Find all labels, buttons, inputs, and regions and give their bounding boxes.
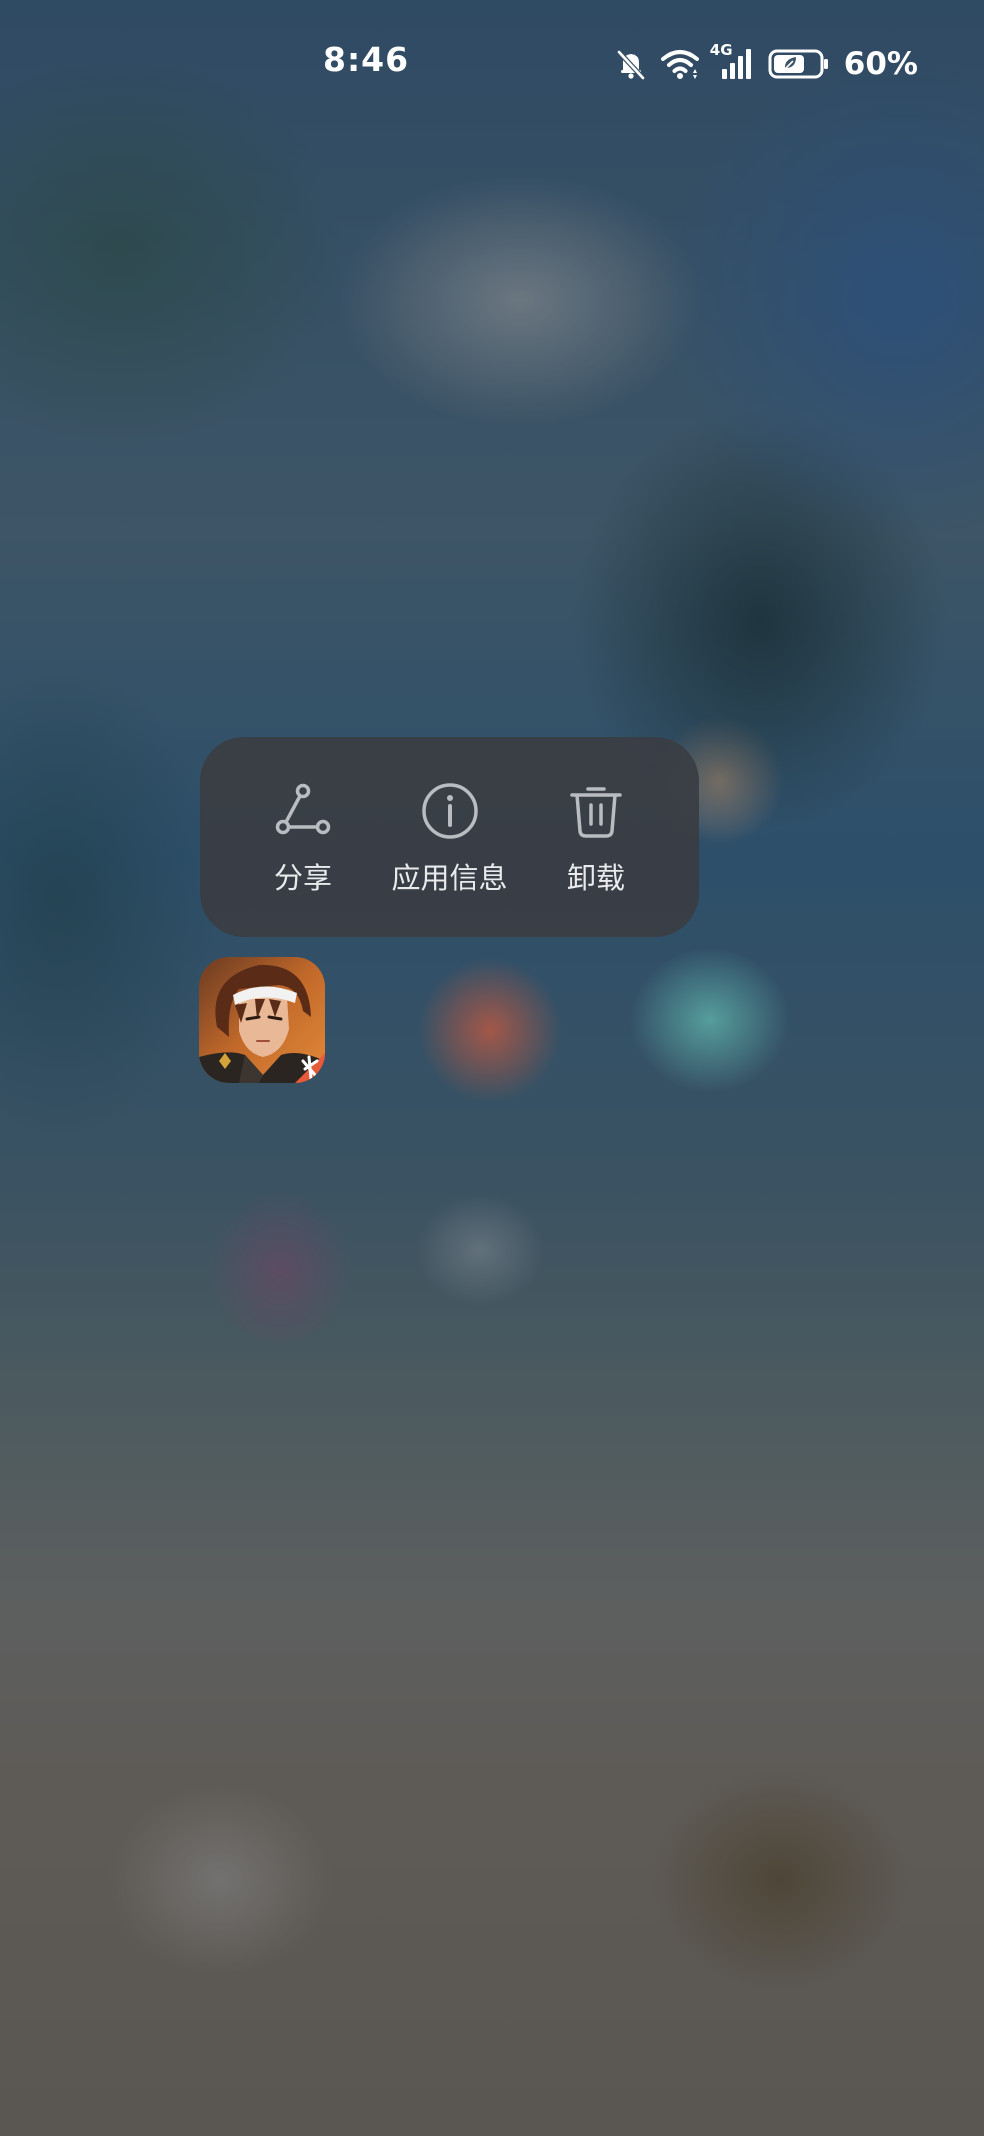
status-icons: 4G 60% bbox=[614, 41, 918, 84]
uninstall-menu-item[interactable]: 卸载 bbox=[531, 737, 661, 937]
battery-percentage: 60% bbox=[843, 46, 918, 82]
game-character-app-icon bbox=[199, 957, 325, 1083]
battery-saver-icon bbox=[768, 47, 830, 81]
app-context-menu: 分享 应用信息 卸载 bbox=[200, 737, 699, 937]
bell-muted-icon bbox=[614, 47, 648, 81]
wifi-icon bbox=[660, 47, 700, 81]
share-label: 分享 bbox=[273, 861, 332, 895]
blurred-wallpaper bbox=[0, 0, 984, 2136]
uninstall-label: 卸载 bbox=[566, 861, 625, 895]
network-type-label: 4G bbox=[709, 41, 733, 59]
app-info-label: 应用信息 bbox=[391, 861, 508, 895]
signal-4g-icon: 4G bbox=[710, 41, 756, 81]
info-icon bbox=[420, 781, 480, 841]
game-app-icon[interactable] bbox=[199, 957, 325, 1083]
status-bar: 8:46 4G 60% bbox=[0, 0, 984, 130]
trash-icon bbox=[566, 781, 626, 841]
app-info-menu-item[interactable]: 应用信息 bbox=[385, 737, 515, 937]
status-time: 8:46 bbox=[323, 40, 410, 79]
share-icon bbox=[273, 781, 333, 841]
share-menu-item[interactable]: 分享 bbox=[238, 737, 368, 937]
